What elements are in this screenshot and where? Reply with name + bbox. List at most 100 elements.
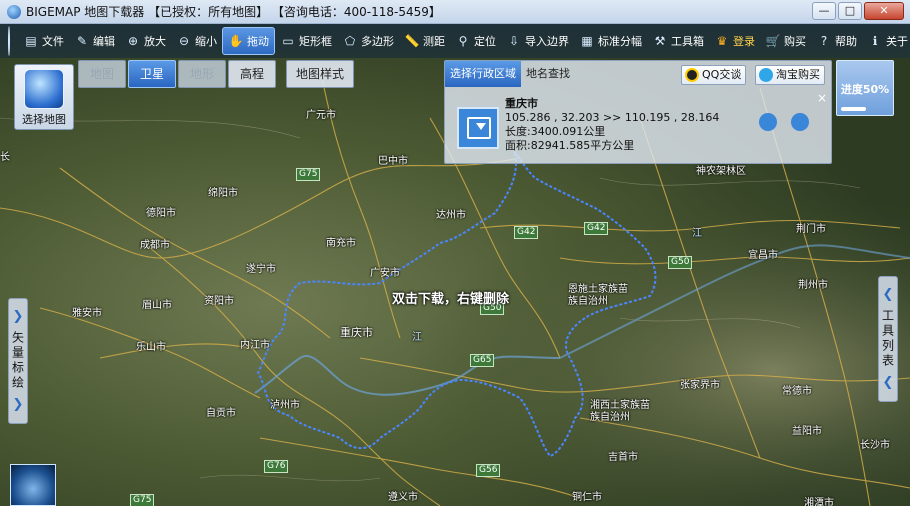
tools-list-tab[interactable]: ❮ 工具列表 ❮ [878,276,898,402]
toolbox-icon: ⚒ [654,34,666,48]
qq-chat-button[interactable]: QQ交谈 [681,65,747,85]
place-label: 成都市 [140,240,170,251]
info-icon: ℹ [872,34,878,48]
place-label: 张家界市 [680,380,720,391]
app-logo-icon [7,4,21,19]
place-label: 神农架林区 [696,166,746,177]
polygon-icon: ⬠ [344,34,356,48]
download-icon [467,117,491,139]
place-label: 湘西土家族苗族自治州 [590,400,650,423]
road-label: G50 [668,256,693,269]
close-button[interactable]: ✕ [864,2,904,20]
place-label: 自贡市 [206,408,236,419]
toolbar-rectangle[interactable]: ▭ 矩形框 [275,27,337,55]
rectangle-icon: ▭ [282,34,294,48]
toolbar-pan[interactable]: ✋ 拖动 [222,27,275,55]
maximize-button[interactable]: □ [838,2,862,20]
chevron-right-icon: ❯ [12,397,24,412]
google-earth-icon [24,69,64,109]
place-label: 吉首市 [608,452,638,463]
taobao-icon [759,68,773,82]
chevron-right-icon: ❯ [12,309,24,324]
chevron-left-icon: ❮ [882,375,894,390]
toolbar-toolbox[interactable]: ⚒ 工具箱 [647,27,709,55]
share-icon[interactable] [791,113,809,131]
export-icon[interactable] [759,113,777,131]
toolbar-locate[interactable]: ⚲ 定位 [450,27,501,55]
place-label: 德阳市 [146,208,176,219]
map-type-terrain[interactable]: 地形 [178,60,226,88]
tab-select-region[interactable]: 选择行政区域 [445,61,521,87]
download-region-button[interactable] [457,107,499,149]
road-label: G42 [514,226,539,239]
place-label: 泸州市 [270,400,300,411]
place-label: 内江市 [240,340,270,351]
toolbar-buy[interactable]: 🛒 购买 [760,27,811,55]
place-label: 长沙市 [860,440,890,451]
road-label: G56 [476,464,501,477]
place-label: 湘潭市 [804,498,834,506]
map-hint-text: 双击下载，右键删除 [392,292,510,307]
place-label: 雅安市 [72,308,102,319]
toolbar-help[interactable]: ? 帮助 [811,27,862,55]
toolbar-measure[interactable]: 📏 测距 [399,27,450,55]
region-area: 面积:82941.585平方公里 [505,139,635,152]
hand-icon: ✋ [228,34,244,48]
select-map-button[interactable]: 选择地图 [14,64,74,130]
toolbar-edit[interactable]: ✎ 编辑 [69,27,120,55]
toolbar-standard-sheet[interactable]: ▦ 标准分幅 [574,27,647,55]
river-label: 江 [692,228,702,239]
grid-icon: ▦ [581,34,593,48]
place-label: 达州市 [436,210,466,221]
place-label: 南充市 [326,238,356,249]
app-window: BIGEMAP 地图下载器 【已授权：所有地图】 【咨询电话：400-118-5… [0,0,910,506]
map-type-switcher: 地图 卫星 地形 高程 [78,60,276,88]
close-icon[interactable]: × [817,91,827,105]
toolbar-zoom-in[interactable]: ⊕ 放大 [120,27,171,55]
place-label: 荆州市 [798,280,828,291]
region-info: 重庆市 105.286 , 32.203 >> 110.195 , 28.164… [505,97,719,153]
chevron-left-icon: ❮ [882,287,894,302]
vector-plot-tab[interactable]: ❯ 矢量标绘 ❯ [8,298,28,424]
zoom-out-icon: ⊖ [178,34,190,48]
map-type-elevation[interactable]: 高程 [228,60,276,88]
toolbar-about[interactable]: ℹ 关于 [862,27,910,55]
place-label: 遵义市 [388,492,418,503]
map-type-map[interactable]: 地图 [78,60,126,88]
vip-icon: ♛ [716,34,728,48]
pin-icon: ⚲ [458,34,468,48]
map-style-button[interactable]: 地图样式 [286,60,354,88]
toolbar-import-boundary[interactable]: ⇩ 导入边界 [501,27,574,55]
place-label: 乐山市 [136,342,166,353]
globe-thumbnail[interactable] [10,464,56,506]
map-type-satellite[interactable]: 卫星 [128,60,176,88]
place-label: 铜仁市 [572,492,602,503]
qq-icon [685,68,699,82]
main-toolbar: ▤ 文件 ✎ 编辑 ⊕ 放大 ⊖ 缩小 ✋ 拖动 ▭ 矩形框 ⬠ 多边形 📏 测距 ⚲ 定位 ⇩ 导… [0,24,910,58]
toolbar-login[interactable]: ♛ 登录 [709,27,760,55]
place-label: 资阳市 [204,296,234,307]
place-label: 恩施土家族苗族自治州 [568,284,628,307]
import-icon: ⇩ [508,34,520,48]
download-progress[interactable]: 进度50% [836,60,894,116]
toolbar-file[interactable]: ▤ 文件 [18,27,69,55]
place-label: 宜昌市 [748,250,778,261]
region-name: 重庆市 [505,97,538,110]
globe-logo-icon [8,26,10,56]
road-label: G65 [470,354,495,367]
place-label: 重庆市 [340,326,373,339]
taobao-buy-button[interactable]: 淘宝购买 [755,65,825,85]
place-label: 绵阳市 [208,188,238,199]
place-label: 长 [0,152,10,163]
zoom-in-icon: ⊕ [127,34,139,48]
toolbar-polygon[interactable]: ⬠ 多边形 [337,27,399,55]
toolbar-zoom-out[interactable]: ⊖ 缩小 [171,27,222,55]
road-label: G75 [296,168,321,181]
minimize-button[interactable]: — [812,2,836,20]
road-label: G76 [264,460,289,473]
tab-place-search[interactable]: 地名查找 [521,61,575,87]
ruler-icon: 📏 [404,34,420,48]
cart-icon: 🛒 [765,34,781,48]
place-label: 广安市 [370,268,400,279]
river-label: 江 [412,332,422,343]
